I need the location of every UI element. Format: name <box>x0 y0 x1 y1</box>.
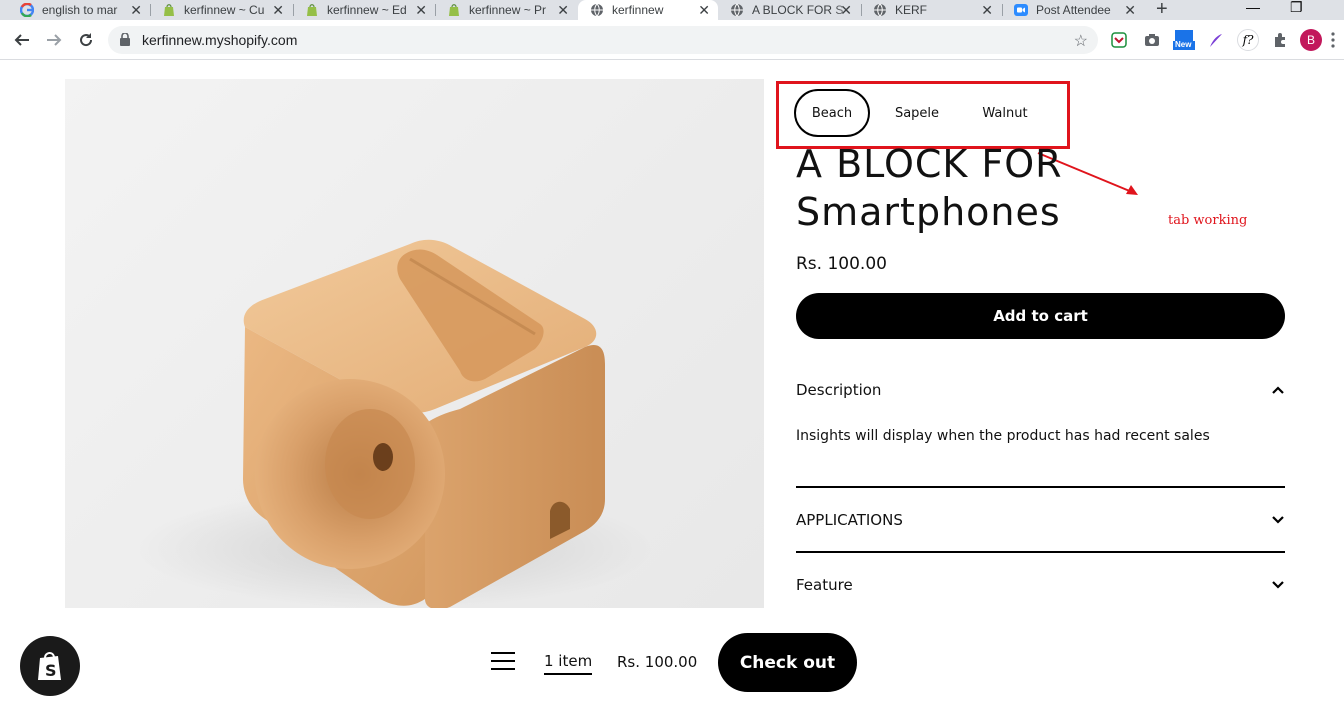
back-icon[interactable] <box>10 28 34 52</box>
product-price: Rs. 100.00 <box>796 254 887 274</box>
shopify-bag-icon[interactable]: S <box>20 636 80 696</box>
tab-separator <box>1002 4 1003 16</box>
profile-avatar[interactable]: B <box>1300 29 1322 51</box>
browser-tab[interactable]: kerfinnew ~ Pr ✕ <box>447 0 577 20</box>
accordion-feature[interactable]: Feature <box>796 576 1285 594</box>
product-image[interactable] <box>65 79 764 608</box>
chevron-down-icon <box>1272 581 1284 589</box>
checkout-button[interactable]: Check out <box>718 633 857 692</box>
minimize-icon[interactable]: — <box>1246 0 1260 15</box>
globe-icon <box>873 3 887 17</box>
formula-extension-icon[interactable]: f? <box>1237 29 1259 51</box>
new-extension-icon[interactable]: New <box>1173 30 1195 50</box>
url-text: kerfinnew.myshopify.com <box>142 32 298 48</box>
globe-icon <box>730 3 744 17</box>
tab-separator <box>435 4 436 16</box>
new-tab-button[interactable]: + <box>1156 0 1168 21</box>
close-icon[interactable]: ✕ <box>840 2 852 18</box>
cart-total-price: Rs. 100.00 <box>617 653 698 671</box>
browser-tab[interactable]: kerfinnew ~ Cu ✕ <box>162 0 292 20</box>
accordion-header[interactable]: Feature <box>796 576 1285 594</box>
zoom-icon <box>1014 3 1028 17</box>
product-title: A BLOCK FOR Smartphones <box>796 140 1196 236</box>
product-title-line1: A BLOCK FOR <box>796 142 1063 186</box>
accordion-title: Feature <box>796 576 853 594</box>
cart-item-count[interactable]: 1 item <box>544 652 593 675</box>
annotation-highlight-box <box>776 81 1070 149</box>
tab-separator <box>293 4 294 16</box>
browser-tab[interactable]: KERF ✕ <box>873 0 1001 20</box>
browser-tab[interactable]: A BLOCK FOR S ✕ <box>730 0 860 20</box>
browser-tab-active[interactable]: kerfinnew ✕ <box>578 0 718 20</box>
feather-icon[interactable] <box>1207 31 1225 49</box>
close-icon[interactable]: ✕ <box>415 2 427 18</box>
close-icon[interactable]: ✕ <box>557 2 569 18</box>
svg-text:S: S <box>45 661 57 680</box>
accordion-applications[interactable]: APPLICATIONS <box>796 511 1285 529</box>
divider <box>796 551 1285 553</box>
browser-tab[interactable]: Post Attendee ✕ <box>1014 0 1144 20</box>
close-icon[interactable]: ✕ <box>1124 2 1136 18</box>
add-to-cart-button[interactable]: Add to cart <box>796 293 1285 339</box>
close-icon[interactable]: ✕ <box>981 2 993 18</box>
new-badge: New <box>1175 40 1192 49</box>
wooden-block-illustration <box>135 239 655 608</box>
tab-separator <box>861 4 862 16</box>
accordion-title: APPLICATIONS <box>796 511 903 529</box>
browser-tab[interactable]: kerfinnew ~ Ed ✕ <box>305 0 435 20</box>
reload-icon[interactable] <box>74 28 98 52</box>
chevron-down-icon <box>1272 516 1284 524</box>
chevron-up-icon <box>1272 386 1284 394</box>
close-icon[interactable]: ✕ <box>698 2 710 18</box>
bookmark-star-icon[interactable]: ☆ <box>1074 31 1088 51</box>
tab-separator <box>150 4 151 16</box>
camera-icon[interactable] <box>1143 31 1161 49</box>
close-icon[interactable]: ✕ <box>130 2 142 18</box>
restore-icon[interactable]: ❐ <box>1290 0 1303 16</box>
lock-icon <box>120 32 130 51</box>
description-body: Insights will display when the product h… <box>796 428 1210 444</box>
accordion-header[interactable]: APPLICATIONS <box>796 511 1285 529</box>
accordion-description[interactable]: Description <box>796 381 1285 399</box>
pocket-extension-icon[interactable] <box>1110 31 1128 49</box>
product-title-line2: Smartphones <box>796 190 1061 234</box>
browser-toolbar: kerfinnew.myshopify.com ☆ New f? B <box>0 20 1344 60</box>
puzzle-extensions-icon[interactable] <box>1271 31 1289 49</box>
divider <box>796 486 1285 488</box>
accordion-title: Description <box>796 381 882 399</box>
google-icon <box>20 3 34 17</box>
address-bar[interactable]: kerfinnew.myshopify.com ☆ <box>108 26 1098 54</box>
browser-tab[interactable]: english to mar ✕ <box>20 0 150 20</box>
accordion-header[interactable]: Description <box>796 381 1285 399</box>
profile-initial: B <box>1306 33 1315 47</box>
tab-strip: english to mar ✕ kerfinnew ~ Cu ✕ kerfin… <box>0 0 1344 20</box>
shopify-icon <box>447 3 461 17</box>
close-icon[interactable]: ✕ <box>272 2 284 18</box>
shopify-icon <box>305 3 319 17</box>
globe-icon <box>590 3 604 17</box>
menu-dots-icon[interactable] <box>1328 31 1338 49</box>
formula-label: f? <box>1242 33 1254 47</box>
hamburger-menu-icon[interactable] <box>491 652 515 672</box>
forward-icon[interactable] <box>42 28 66 52</box>
shopify-icon <box>162 3 176 17</box>
